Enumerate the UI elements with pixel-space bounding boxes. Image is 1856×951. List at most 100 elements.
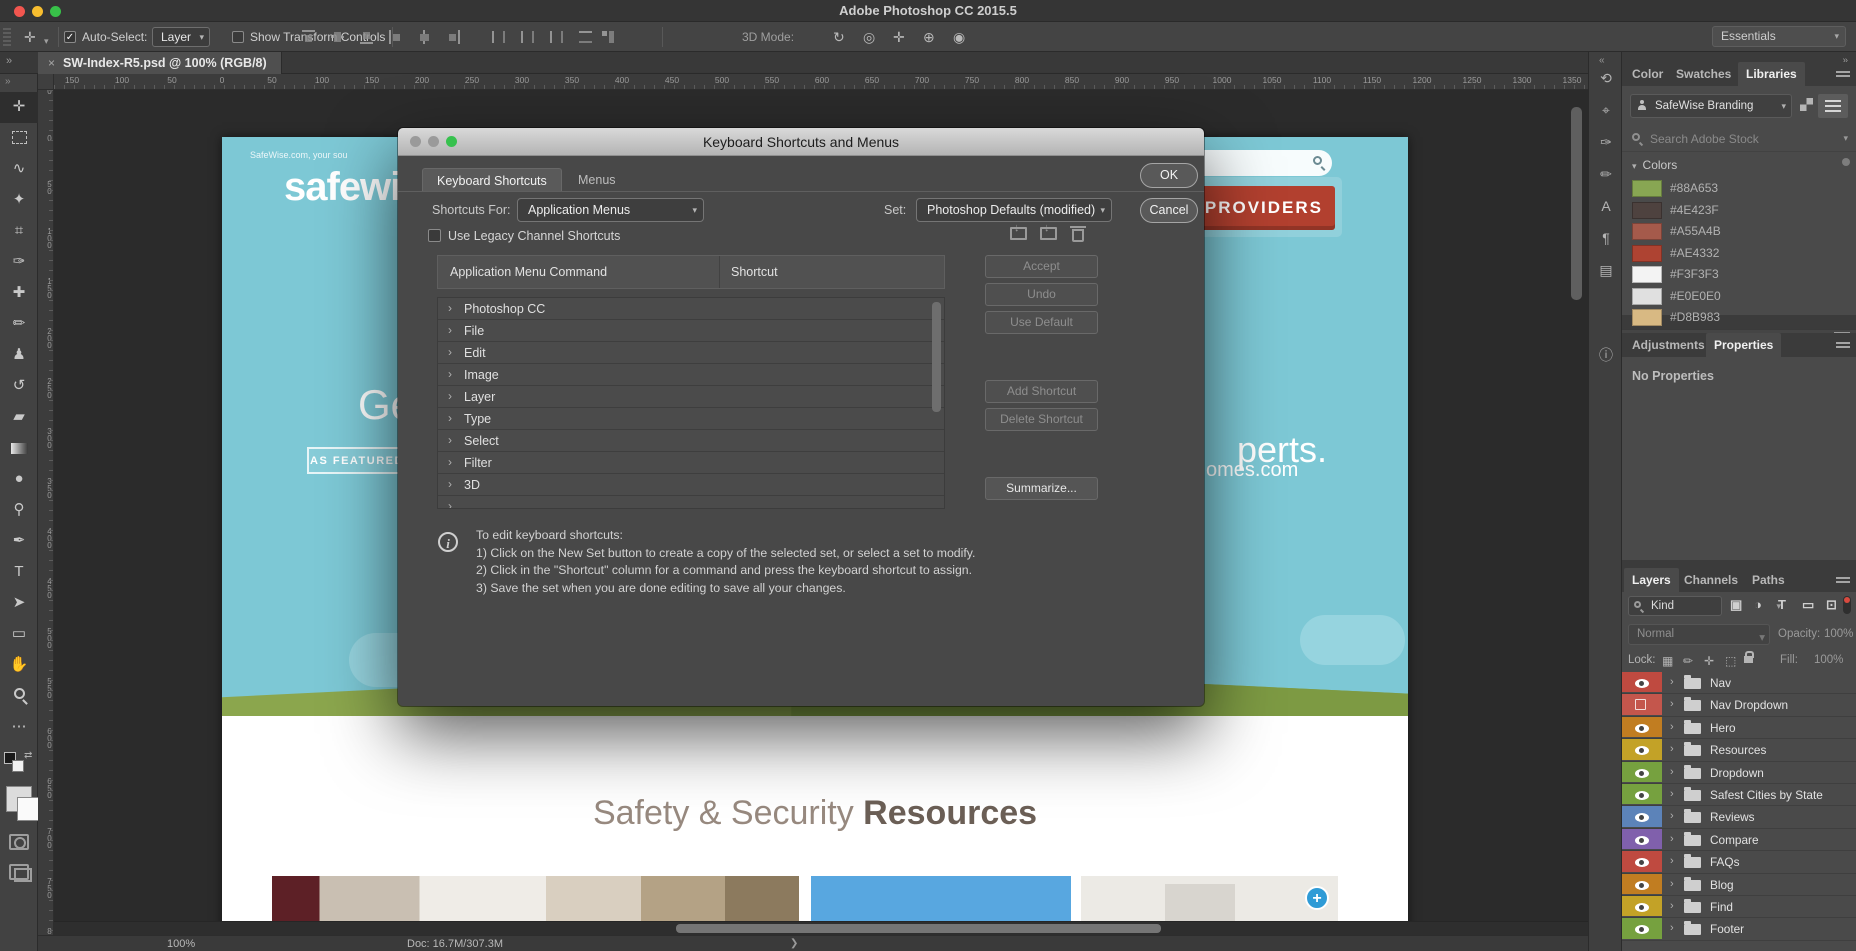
panel-scroll-thumb[interactable]	[1842, 158, 1850, 166]
history-panel-icon[interactable]: ⟲	[1589, 70, 1623, 87]
filter-shape-layers-icon[interactable]: ▭	[1802, 597, 1814, 613]
blend-mode-dropdown[interactable]: Normal ▾	[1628, 624, 1770, 645]
color-swatch[interactable]	[1632, 309, 1662, 326]
command-row[interactable]: › Image	[438, 364, 944, 386]
grid-view-icon[interactable]	[1800, 98, 1813, 111]
3d-orbit-icon[interactable]: ↻	[833, 28, 845, 46]
layer-name[interactable]: Find	[1710, 900, 1733, 914]
panel-menu-icon[interactable]	[1836, 577, 1850, 585]
align-left-edges-icon[interactable]	[387, 29, 404, 45]
opacity-value[interactable]: 100%	[1824, 628, 1853, 640]
align-right-edges-icon[interactable]	[445, 29, 462, 45]
layer-row[interactable]: › Reviews	[1622, 806, 1856, 828]
layer-name[interactable]: Footer	[1710, 922, 1744, 936]
command-list-scrollbar[interactable]	[932, 302, 941, 412]
color-swatch[interactable]	[1632, 180, 1662, 197]
layer-row[interactable]: › Footer	[1622, 918, 1856, 940]
close-tab-icon[interactable]: ×	[48, 56, 55, 70]
crop-tool[interactable]: ⌗	[0, 216, 38, 247]
disclosure-chevron-icon[interactable]: ›	[1670, 878, 1674, 890]
disclosure-chevron-icon[interactable]: ›	[1670, 743, 1674, 755]
background-color-swatch[interactable]	[12, 760, 24, 772]
lock-artboard-icon[interactable]: ⬚	[1725, 654, 1736, 668]
brush-presets-panel-icon[interactable]: ✑	[1589, 134, 1623, 151]
layer-name[interactable]: Dropdown	[1710, 766, 1764, 780]
layer-name[interactable]: Reviews	[1710, 810, 1755, 824]
disclosure-chevron-icon[interactable]: ›	[448, 477, 452, 491]
layer-name[interactable]: Blog	[1710, 878, 1734, 892]
disclosure-chevron-icon[interactable]: ›	[448, 367, 452, 381]
layer-name[interactable]: Nav	[1710, 676, 1731, 690]
align-bottom-edges-icon[interactable]	[358, 29, 375, 45]
screen-mode-button[interactable]	[9, 864, 29, 880]
disclosure-chevron-icon[interactable]: ›	[448, 389, 452, 403]
command-row[interactable]: › 3D	[438, 474, 944, 496]
cancel-button[interactable]: Cancel	[1140, 198, 1198, 223]
filter-pixel-layers-icon[interactable]: ▣	[1730, 597, 1742, 613]
brush-tool[interactable]: ✏	[0, 309, 38, 340]
disclosure-chevron-icon[interactable]: ›	[448, 433, 452, 447]
align-vertical-centers-icon[interactable]	[329, 29, 346, 45]
foreground-background-swatches[interactable]: ⇄	[4, 752, 34, 782]
disclosure-chevron-icon[interactable]: ›	[1670, 676, 1674, 688]
command-row[interactable]: › Type	[438, 408, 944, 430]
layer-row[interactable]: › Hero	[1622, 717, 1856, 739]
character-panel-icon[interactable]: A	[1589, 198, 1623, 214]
tab-channels[interactable]: Channels	[1676, 568, 1746, 592]
distribute-right-edges-icon[interactable]	[548, 29, 565, 45]
layer-row[interactable]: › Blog	[1622, 874, 1856, 896]
layer-row[interactable]: › FAQs	[1622, 851, 1856, 873]
disclosure-chevron-icon[interactable]: ›	[1670, 900, 1674, 912]
tab-properties[interactable]: Properties	[1706, 333, 1781, 357]
status-chevron-icon[interactable]: ❯	[790, 938, 798, 949]
filter-adjustment-layers-icon[interactable]: ◑	[1754, 597, 1762, 612]
layer-name[interactable]: Compare	[1710, 833, 1759, 847]
color-swatch[interactable]	[1632, 245, 1662, 262]
library-color-item[interactable]: #A55A4B	[1622, 221, 1856, 243]
filter-type-layers-icon[interactable]: T	[1778, 597, 1786, 612]
horizontal-scrollbar[interactable]	[676, 924, 1161, 933]
visibility-eye-icon[interactable]	[1635, 903, 1649, 912]
disclosure-chevron-icon[interactable]: ›	[1670, 788, 1674, 800]
command-row[interactable]: › Photoshop CC	[438, 298, 944, 320]
color-swatch[interactable]	[1632, 223, 1662, 240]
layer-name[interactable]: Safest Cities by State	[1710, 788, 1823, 802]
layer-row[interactable]: › Compare	[1622, 829, 1856, 851]
library-color-item[interactable]: #F3F3F3	[1622, 264, 1856, 286]
visibility-eye-icon[interactable]	[1635, 881, 1649, 890]
panel-menu-icon[interactable]	[1836, 342, 1850, 350]
library-selector-dropdown[interactable]: SafeWise Branding ▾	[1630, 94, 1792, 118]
filter-toggle-switch[interactable]	[1843, 596, 1851, 614]
summarize-button[interactable]: Summarize...	[985, 477, 1098, 500]
edit-toolbar-button[interactable]: ⋯	[0, 712, 38, 743]
auto-select-target-dropdown[interactable]: Layer ▾	[152, 27, 210, 47]
accept-button[interactable]: Accept	[985, 255, 1098, 278]
tab-menus[interactable]: Menus	[564, 168, 630, 192]
brush-settings-panel-icon[interactable]: ✏	[1589, 166, 1623, 183]
lock-position-icon[interactable]: ✛	[1704, 654, 1714, 668]
distribute-horizontal-centers-icon[interactable]	[519, 29, 536, 45]
save-set-icon[interactable]	[1010, 227, 1027, 240]
lock-pixels-icon[interactable]: ✏	[1683, 654, 1693, 668]
library-color-item[interactable]: #4E423F	[1622, 200, 1856, 222]
history-brush-tool[interactable]: ↺	[0, 371, 38, 402]
clone-source-panel-icon[interactable]: ▤	[1589, 262, 1623, 279]
visibility-eye-icon[interactable]	[1635, 724, 1649, 733]
align-top-edges-icon[interactable]	[300, 29, 317, 45]
layer-row[interactable]: › Find	[1622, 896, 1856, 918]
filter-smart-objects-icon[interactable]: ⊡	[1826, 597, 1837, 613]
save-set-as-icon[interactable]	[1040, 227, 1057, 240]
disclosure-chevron-icon[interactable]: ›	[1670, 833, 1674, 845]
layer-name[interactable]: Nav Dropdown	[1710, 698, 1788, 712]
visibility-eye-icon[interactable]	[1635, 836, 1649, 845]
tool-preset-caret-icon[interactable]: ▾	[44, 32, 49, 50]
colors-section-header[interactable]: ▾Colors	[1632, 158, 1677, 172]
legacy-shortcuts-checkbox[interactable]	[428, 229, 441, 242]
command-row[interactable]: › Edit	[438, 342, 944, 364]
adobe-stock-search[interactable]: Search Adobe Stock ▾	[1622, 126, 1856, 152]
3d-pan-icon[interactable]: ✛	[893, 28, 905, 46]
layer-row[interactable]: › Dropdown	[1622, 762, 1856, 784]
move-tool[interactable]: ✛	[0, 92, 38, 123]
show-transform-checkbox[interactable]	[232, 31, 244, 43]
document-tab[interactable]: ×SW-Index-R5.psd @ 100% (RGB/8)	[38, 52, 282, 74]
